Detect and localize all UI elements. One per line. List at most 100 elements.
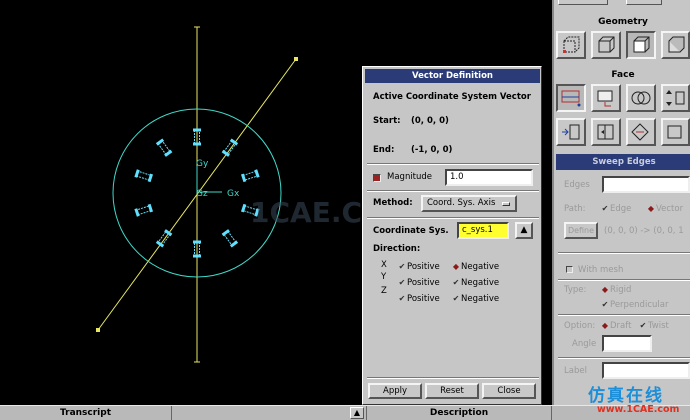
separator <box>558 357 690 359</box>
radio-label: Positive <box>407 262 440 272</box>
geometry-volume-button[interactable] <box>661 31 690 59</box>
start-label: Start: <box>373 116 401 126</box>
axis-z-label: Z <box>381 286 387 296</box>
dialog-heading: Active Coordinate System Vector <box>373 92 531 102</box>
split-face-icon <box>597 124 614 140</box>
edges-input[interactable] <box>602 176 690 193</box>
radio-unselected-icon: ✔ <box>452 294 460 303</box>
radio-selected-icon: ◆ <box>601 285 609 294</box>
radio-label: Twist <box>648 321 669 331</box>
with-mesh-checkbox[interactable] <box>566 266 573 273</box>
coord-sys-select-button[interactable]: ▲ <box>515 222 533 239</box>
z-positive-radio[interactable]: ✔ Positive <box>397 294 440 304</box>
face-merge-button[interactable] <box>626 118 656 146</box>
path-edge-radio[interactable]: ✔ Edge <box>600 204 632 214</box>
magnitude-checkbox[interactable] <box>373 174 381 182</box>
dialog-title[interactable]: Vector Definition <box>365 69 540 83</box>
transcript-tab[interactable]: Transcript <box>0 406 172 420</box>
top-button-stub[interactable] <box>558 0 608 5</box>
direction-label: Direction: <box>373 244 421 254</box>
define-vector-value: (0, 0, 0) -> (0, 0, 1 <box>604 226 684 236</box>
top-button-stub[interactable] <box>626 0 662 5</box>
face-move-button[interactable] <box>661 84 690 112</box>
slot-mark <box>134 169 154 183</box>
end-value: (-1, 0, 0) <box>411 145 453 155</box>
face-transform-button[interactable] <box>556 118 586 146</box>
radio-unselected-icon: ✔ <box>452 278 460 287</box>
face-split-button[interactable] <box>591 118 621 146</box>
z-negative-radio[interactable]: ✔ Negative <box>451 294 500 304</box>
close-button[interactable]: Close <box>482 383 536 399</box>
cube-volume-icon <box>668 36 685 53</box>
option-twist-radio[interactable]: ✔ Twist <box>638 321 669 331</box>
face-create-button[interactable] <box>556 84 586 112</box>
geometry-vertex-button[interactable] <box>556 31 586 59</box>
delete-icon <box>667 125 682 139</box>
separator <box>558 279 690 281</box>
separator <box>558 252 690 254</box>
define-vector-button[interactable]: Define <box>564 222 598 239</box>
merge-face-icon <box>631 123 649 141</box>
path-vector-radio[interactable]: ◆ Vector <box>646 204 683 214</box>
separator <box>367 190 539 192</box>
label-label: Label <box>564 366 587 376</box>
radio-label: Negative <box>461 294 500 304</box>
type-perpendicular-radio[interactable]: ✔ Perpendicular <box>600 300 669 310</box>
cube-vertex-icon <box>563 36 580 53</box>
radio-label: Negative <box>461 278 500 288</box>
x-negative-radio[interactable]: ◆ Negative <box>451 262 499 272</box>
type-label: Type: <box>564 285 587 295</box>
transcript-spacer <box>172 406 348 420</box>
method-option-menu[interactable]: Coord. Sys. Axis <box>421 195 517 212</box>
y-positive-radio[interactable]: ✔ Positive <box>397 278 440 288</box>
face-boolean-button[interactable] <box>626 84 656 112</box>
separator <box>367 377 539 379</box>
cube-edge-icon <box>598 36 615 53</box>
reset-button[interactable]: Reset <box>425 383 479 399</box>
angle-input[interactable] <box>602 335 652 352</box>
option-draft-radio[interactable]: ◆ Draft <box>600 321 632 331</box>
radio-label: Positive <box>407 278 440 288</box>
x-positive-radio[interactable]: ✔ Positive <box>397 262 440 272</box>
radio-unselected-icon: ✔ <box>398 294 406 303</box>
face-modify-button[interactable] <box>591 84 621 112</box>
magnitude-input[interactable]: 1.0 <box>445 169 533 186</box>
radio-label: Positive <box>407 294 440 304</box>
label-input[interactable] <box>602 362 690 379</box>
radio-selected-icon: ◆ <box>647 204 655 213</box>
triad-z-label: Gz <box>196 189 208 199</box>
radio-unselected-icon: ✔ <box>639 321 647 330</box>
cube-face-icon <box>633 36 650 53</box>
type-rigid-radio[interactable]: ◆ Rigid <box>600 285 632 295</box>
geometry-face-button[interactable] <box>626 31 656 59</box>
face-header: Face <box>611 70 635 80</box>
method-value: Coord. Sys. Axis <box>427 198 496 208</box>
transcript-toggle-button[interactable]: ▲ <box>350 407 364 419</box>
radio-unselected-icon: ✔ <box>601 204 609 213</box>
face-delete-button[interactable] <box>661 118 690 146</box>
sweep-edges-header: Sweep Edges <box>556 154 690 170</box>
arrow-up-icon: ▲ <box>520 225 528 235</box>
slot-mark <box>221 229 239 248</box>
slot-mark <box>134 203 154 217</box>
bottom-bar: Transcript ▲ Description <box>0 405 690 420</box>
description-tab[interactable]: Description <box>366 406 552 420</box>
triad-y-label: Gy <box>196 159 209 169</box>
coord-sys-label: Coordinate Sys. <box>373 226 449 236</box>
face-modify-icon <box>597 90 613 107</box>
slot-mark <box>155 138 173 157</box>
separator <box>367 217 539 219</box>
start-value: (0, 0, 0) <box>411 116 449 126</box>
geometry-edge-button[interactable] <box>591 31 621 59</box>
axis-x-label: X <box>381 260 387 270</box>
option-menu-icon <box>502 202 510 206</box>
axis-y-label: Y <box>381 272 387 282</box>
radio-label: Vector <box>656 204 684 214</box>
angle-label: Angle <box>572 339 597 349</box>
coord-sys-input[interactable]: c_sys.1 <box>457 222 509 239</box>
magnitude-label: Magnitude <box>387 172 433 182</box>
separator <box>558 314 690 316</box>
apply-button[interactable]: Apply <box>368 383 422 399</box>
y-negative-radio[interactable]: ✔ Negative <box>451 278 500 288</box>
end-label: End: <box>373 145 395 155</box>
